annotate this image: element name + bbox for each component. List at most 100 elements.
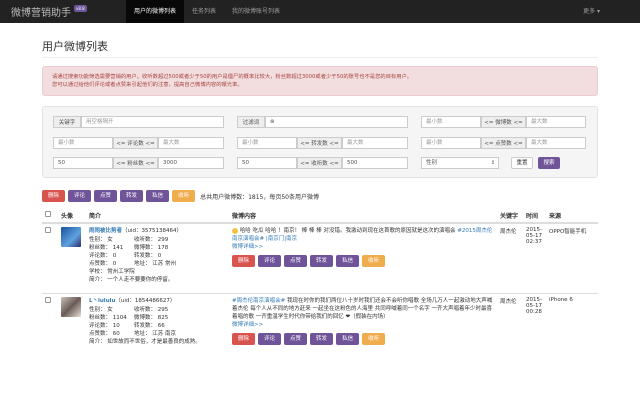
alert-line-1: 请通过搜索功能筛选需要营销的用户。收听数超过500或者少于50的用户是僵尸的概率… — [52, 74, 413, 80]
title-divider — [42, 57, 598, 58]
select-all-checkbox[interactable] — [45, 211, 51, 217]
row-like-button[interactable]: 点赞 — [284, 255, 308, 267]
follow-count-max[interactable]: 500 — [342, 157, 408, 169]
fans-count-label: <= 粉丝数 <= — [113, 157, 158, 169]
comments-value: 评论数： 10 — [89, 322, 120, 329]
row-actions: 删除 评论 点赞 转发 私信 收听 — [232, 255, 494, 267]
like-count-max[interactable]: 最大数 — [526, 137, 586, 149]
row-comment-button[interactable]: 评论 — [258, 332, 282, 345]
brand[interactable]: 微博营销助手 v8.8 — [0, 0, 126, 23]
row-message-button[interactable]: 私信 — [336, 332, 360, 345]
emoji-icon — [232, 227, 238, 234]
fans-count-min[interactable]: 50 — [53, 157, 113, 169]
search-button[interactable]: 搜索 — [538, 157, 560, 169]
gender-value: 性别： 女 — [89, 237, 113, 243]
weibo-count-max[interactable]: 最大数 — [526, 116, 586, 128]
location-value: 地址： 江苏 常州 — [134, 261, 176, 267]
col-time: 时间 — [523, 208, 546, 224]
filter-word-input[interactable]: ⊗ — [265, 116, 408, 128]
source-cell: iPhone 6 — [546, 292, 598, 383]
topic-link[interactable]: #周杰伦南京演唱会# — [232, 298, 285, 304]
row-like-button[interactable]: 点赞 — [284, 332, 308, 345]
row-follow-button[interactable]: 收听 — [362, 332, 386, 345]
forwards-value: 转发数： 66 — [134, 322, 165, 329]
more-dropdown[interactable]: 更多 ▾ — [583, 0, 600, 23]
weibo-detail-link[interactable]: 微博详细>> — [232, 322, 263, 328]
delete-button[interactable]: 删除 — [42, 190, 66, 202]
follow-button[interactable]: 收听 — [172, 190, 196, 202]
select-all-header[interactable] — [42, 208, 58, 224]
comment-count-max[interactable]: 最大数 — [158, 137, 224, 149]
result-summary: 总共用户微博数：1815，每页50条用户微博 — [200, 193, 319, 201]
weibo-detail-link[interactable]: 微博详细>> — [232, 244, 263, 250]
follows-value: 收听数： 295 — [134, 306, 169, 313]
user-uid: （uid：1854486627） — [115, 297, 176, 304]
row-delete-button[interactable]: 删除 — [232, 255, 256, 267]
row-forward-button[interactable]: 转发 — [310, 255, 334, 267]
follow-count-min[interactable]: 50 — [237, 157, 297, 169]
gender-select[interactable]: 性别 — [421, 157, 499, 169]
time-cell: 2015-05-17 00:28 — [523, 292, 546, 383]
content-text: 哈哈 吃瓜 哈哈 ！南京！ 棒 棒 棒 对没错。我激动到现在这首歌的原因就是这次… — [239, 228, 456, 234]
table-header-row: 头像 简介 微博内容 关键字 时间 来源 — [42, 208, 598, 224]
version-badge: v8.8 — [74, 5, 87, 12]
profile-cell: 闹闹被比剪者（uid：3575138464） 性别： 女 收听数： 299 粉丝… — [86, 222, 229, 293]
follows-value: 收听数： 299 — [134, 237, 169, 243]
col-content: 微博内容 — [229, 208, 497, 224]
weibo-table: 头像 简介 微博内容 关键字 时间 来源 闹闹被比剪者（uid：35751384… — [42, 208, 598, 383]
forwards-value: 转发数： 0 — [134, 253, 162, 259]
message-button[interactable]: 私信 — [146, 190, 170, 202]
comment-count-label: <= 评论数 <= — [113, 137, 158, 149]
table-row: 闹闹被比剪者（uid：3575138464） 性别： 女 收听数： 299 粉丝… — [42, 222, 598, 293]
like-count-min[interactable]: 最小数 — [421, 137, 481, 149]
weibo-count-min[interactable]: 最小数 — [421, 116, 481, 128]
like-count-label: <= 点赞数 <= — [481, 137, 526, 149]
keyword-group: 关键字 用空格隔开 — [53, 116, 224, 128]
row-checkbox[interactable] — [45, 227, 51, 233]
table-row: L丶lululu（uid：1854486627） 性别： 女 收听数： 295 … — [42, 292, 598, 383]
col-keyword: 关键字 — [497, 208, 523, 224]
filter-word-label: 过滤词 — [237, 116, 265, 128]
page-title: 用户微博列表 — [42, 40, 108, 53]
weibos-value: 微博数： 178 — [134, 245, 169, 251]
gender-value: 性别： 女 — [89, 306, 113, 313]
brand-name: 微博营销助手 — [11, 8, 71, 19]
forward-count-min[interactable]: 最小数 — [237, 137, 297, 149]
avatar[interactable] — [61, 296, 81, 317]
row-message-button[interactable]: 私信 — [336, 255, 360, 267]
nav-item-user-weibo-list[interactable]: 用户的微博列表 — [126, 0, 185, 23]
like-button[interactable]: 点赞 — [94, 190, 118, 202]
keyword-cell: 周杰伦 — [497, 292, 523, 383]
col-profile: 简介 — [86, 208, 229, 224]
forward-button[interactable]: 转发 — [120, 190, 144, 202]
weibo-count-group: 最小数 <= 微博数 <= 最大数 — [421, 116, 586, 128]
reset-button[interactable]: 重置 — [511, 157, 533, 169]
user-name-link[interactable]: L丶lululu — [89, 298, 115, 304]
row-follow-button[interactable]: 收听 — [362, 255, 386, 267]
row-delete-button[interactable]: 删除 — [232, 332, 256, 345]
row-comment-button[interactable]: 评论 — [258, 255, 282, 267]
likes-value: 点赞数： 60 — [89, 330, 120, 337]
comment-count-min[interactable]: 最小数 — [53, 137, 113, 149]
weibo-count-label: <= 微博数 <= — [481, 116, 526, 128]
avatar[interactable] — [61, 227, 81, 247]
bulk-action-toolbar: 删除 评论 点赞 转发 私信 收听 总共用户微博数：1815，每页50条用户微博 — [42, 190, 319, 202]
like-count-group: 最小数 <= 点赞数 <= 最大数 — [421, 137, 586, 149]
user-name-link[interactable]: 闹闹被比剪者 — [89, 228, 122, 234]
fans-count-max[interactable]: 3000 — [158, 157, 224, 169]
main-nav: 用户的微博列表 任务列表 我的微博账号列表 — [126, 0, 288, 23]
source-cell: OPPO智能手机 — [546, 222, 598, 293]
nav-item-task-list[interactable]: 任务列表 — [184, 0, 224, 23]
forward-count-group: 最小数 <= 转发数 <= 最大数 — [237, 137, 408, 149]
comment-button[interactable]: 评论 — [68, 190, 92, 202]
comments-value: 评论数： 0 — [89, 253, 117, 259]
bio-value: 简介： 一个人走不要要你的停留。 — [89, 277, 174, 283]
row-forward-button[interactable]: 转发 — [310, 332, 334, 345]
follow-count-label: <= 收听数 <= — [297, 157, 342, 169]
nav-item-my-accounts[interactable]: 我的微博账号列表 — [224, 0, 288, 23]
keyword-input[interactable]: 用空格隔开 — [81, 116, 224, 128]
forward-count-max[interactable]: 最大数 — [342, 137, 408, 149]
fans-count-group: 50 <= 粉丝数 <= 3000 — [53, 157, 224, 169]
row-checkbox[interactable] — [45, 296, 51, 303]
content-cell: 哈哈 吃瓜 哈哈 ！南京！ 棒 棒 棒 对没错。我激动到现在这首歌的原因就是这次… — [229, 222, 497, 293]
